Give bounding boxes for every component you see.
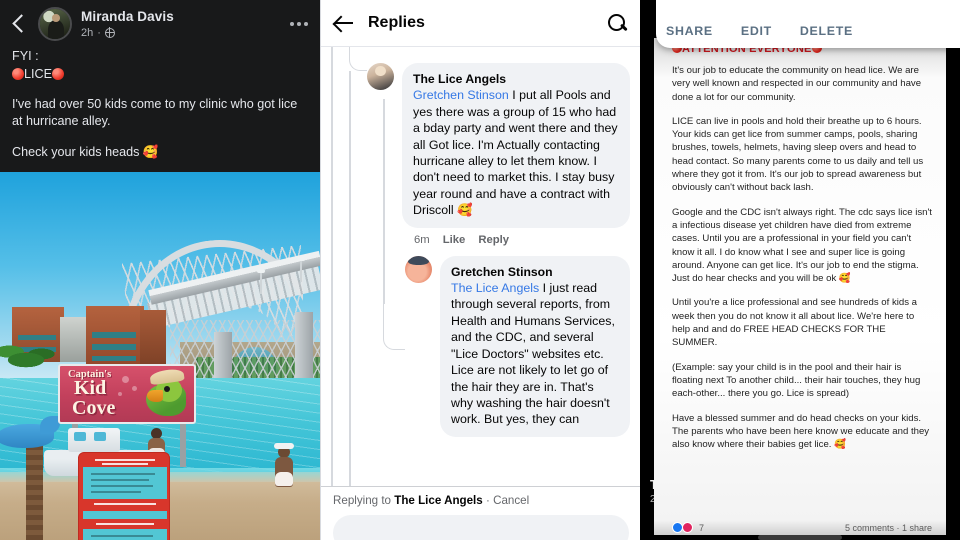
like-button[interactable]: Like [443,234,466,246]
post-time: 2h [81,26,94,39]
post-line-clinic: I've had over 50 kids come to my clinic … [12,97,298,128]
page-title: Replies [368,14,425,31]
paragraph: Have a blessed summer and do head checks… [672,412,930,451]
post-body-text: It's our job to educate the community on… [672,64,932,462]
arrow-left-icon[interactable] [331,10,357,36]
comment-thread: The Lice Angels Gretchen Stinson I put a… [321,47,640,488]
building [86,306,144,364]
comment-timestamp: 6m [414,233,430,246]
post-detail-panel: Miranda Davis 2h · FYI : LICE I've had o… [0,0,320,540]
reply-button[interactable]: Reply [478,234,509,246]
action-sheet: SHARE EDIT DELETE [656,0,960,48]
paragraph: Until you're a lice professional and see… [672,297,918,349]
comment-body-text: I put all Pools and yes there was a grou… [413,88,618,218]
post-header: Miranda Davis 2h · [0,0,320,48]
street-lamp [257,269,265,294]
replying-prefix: Replying to [333,494,392,507]
thread-connector [383,302,405,350]
back-chevron-icon[interactable] [6,11,32,37]
search-icon[interactable] [606,12,628,34]
thread-connector [349,47,367,71]
comment-mention[interactable]: Gretchen Stinson [413,88,509,102]
comment-mention[interactable]: The Lice Angels [451,281,539,295]
replies-header: Replies [321,0,640,47]
post-engagement-bar: 7 5 comments · 1 share [654,511,946,535]
comment-body: Gretchen Stinson I put all Pools and yes… [413,87,619,218]
replying-separator: · [485,494,490,507]
replying-target[interactable]: The Lice Angels [394,494,482,507]
cancel-reply-button[interactable]: Cancel [493,494,529,507]
comment-author[interactable]: The Lice Angels [413,71,619,87]
avatar[interactable] [367,63,394,90]
paragraph: It's our job to educate the community on… [672,65,922,103]
author-block: Miranda Davis 2h · [81,9,288,40]
reaction-count: 7 [699,522,705,533]
post-text: FYI : LICE I've had over 50 kids come to… [0,48,320,161]
thread-line [331,47,333,488]
comment-body-text: I just read through several reports, fro… [451,281,615,427]
comment-actions: 6m Like Reply [402,234,630,246]
post-line-fyi: FYI : [12,49,39,63]
comment-body: The Lice Angels I just read through seve… [451,280,619,428]
waterpark-photo[interactable]: Captain's Kid Cove [0,172,320,540]
ellipsis-icon[interactable] [288,14,310,34]
parrot-mascot-icon [142,367,190,422]
home-indicator [758,535,842,540]
red-circle-icon [52,68,64,80]
comment-item: Gretchen Stinson The Lice Angels I just … [405,255,630,437]
globe-icon [104,27,115,38]
shared-screenshot-panel: Tabetha Treme 2 HOURS AGO ATTENTION EVER… [640,0,960,540]
edit-button[interactable]: EDIT [741,24,772,38]
building [140,310,166,364]
kid-cove-sign: Captain's Kid Cove [58,364,196,424]
smiling-hearts-emoji: 🥰 [142,144,159,159]
sign-line-cove: Cove [72,397,116,419]
pool-rules-sign [78,452,170,540]
paragraph: Google and the CDC isn't always right. T… [672,206,932,285]
replies-panel: Replies The Lice Angels Gretchen Stinson… [320,0,640,540]
comment-item: The Lice Angels Gretchen Stinson I put a… [367,63,630,246]
post-screenshot-card[interactable]: ATTENTION EVERYONE It's our job to educa… [654,38,946,535]
post-line-lice: LICE [24,67,52,81]
reaction-summary[interactable]: 7 [672,522,704,533]
comments-shares-count[interactable]: 5 comments · 1 share [845,523,932,533]
comment-author[interactable]: Gretchen Stinson [451,264,619,280]
palm-trunk [26,440,43,540]
post-meta: 2h · [81,26,288,40]
paragraph: LICE can live in pools and hold their br… [672,115,924,194]
avatar[interactable] [405,255,432,283]
reply-input[interactable] [333,515,629,540]
share-button[interactable]: SHARE [666,24,713,38]
avatar[interactable] [38,7,72,41]
reply-composer-bar: Replying to The Lice Angels · Cancel [321,486,640,540]
red-circle-icon [12,68,24,80]
delete-button[interactable]: DELETE [800,24,853,38]
meta-dot: · [97,26,101,39]
love-reaction-icon [682,522,693,533]
screenshot-stage: Miranda Davis 2h · FYI : LICE I've had o… [0,0,960,540]
street-lamp [297,257,305,282]
comment-bubble: Gretchen Stinson The Lice Angels I just … [440,255,630,437]
post-author-name[interactable]: Miranda Davis [81,9,288,25]
paragraph: (Example: say your child is in the pool … [672,361,921,400]
thread-line [349,71,351,488]
replying-to-label: Replying to The Lice Angels · Cancel [321,487,640,507]
post-line-check: Check your kids heads [12,145,140,159]
sign-line-kid: Kid [74,377,107,399]
comment-bubble: The Lice Angels Gretchen Stinson I put a… [402,63,630,228]
